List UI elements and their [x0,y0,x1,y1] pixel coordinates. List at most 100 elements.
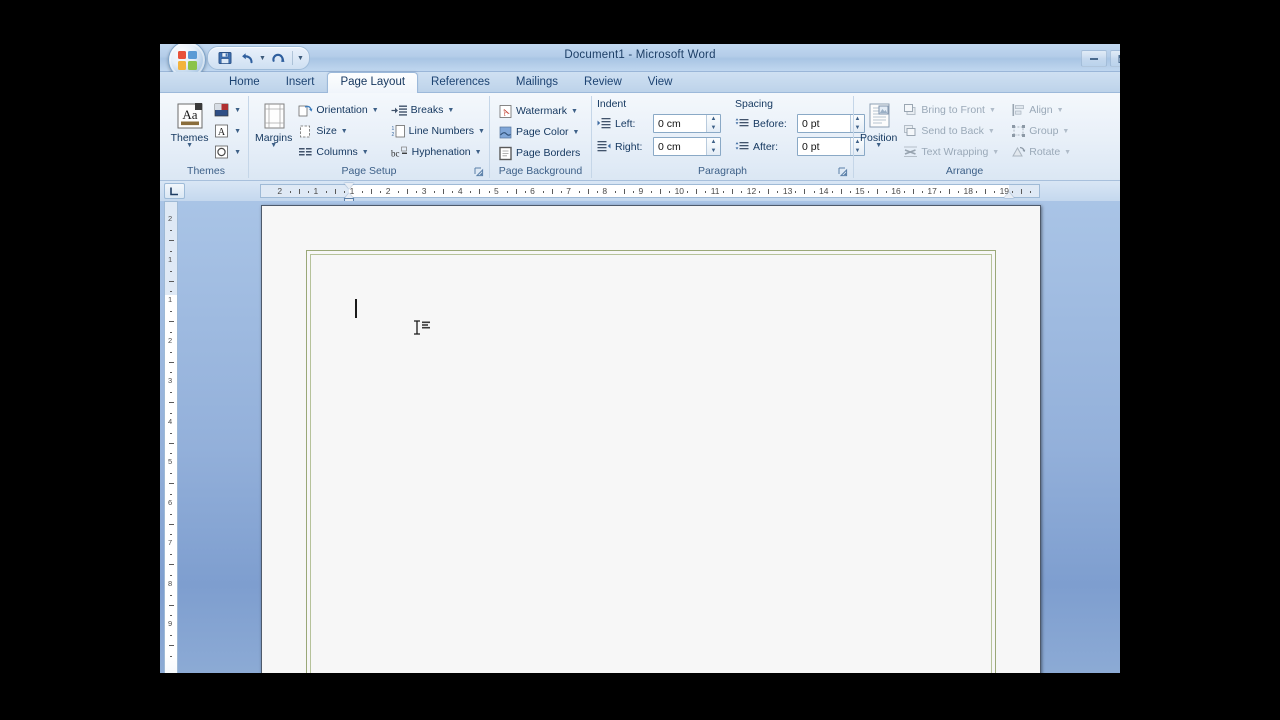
ruler-minor-tick [768,189,770,194]
indent-left-spinner[interactable]: 0 cm ▲ ▼ [653,114,721,133]
right-indent-marker[interactable] [1003,192,1014,198]
indent-right-down-arrow[interactable]: ▼ [707,147,720,156]
tab-view[interactable]: View [635,72,686,93]
save-button[interactable] [215,49,234,68]
page-setup-dialog-launcher[interactable] [473,166,484,177]
tab-insert[interactable]: Insert [273,72,328,93]
indent-right-arrows[interactable]: ▲ ▼ [706,138,720,155]
ruler-minor-tick [669,190,671,193]
ruler-tick-label: 2 [385,186,391,196]
breaks-button[interactable]: Breaks ▼ [388,100,488,120]
document-page[interactable] [261,205,1041,673]
group-dropdown-arrow[interactable]: ▼ [1062,128,1069,135]
margins-dropdown-arrow[interactable]: ▼ [270,142,277,149]
position-dropdown-arrow[interactable]: ▼ [875,142,882,149]
indent-left-value[interactable]: 0 cm [654,115,706,132]
send-to-back-dropdown-arrow[interactable]: ▼ [988,128,995,135]
themes-dropdown-arrow[interactable]: ▼ [186,142,193,149]
ruler-minor-tick [170,594,173,596]
watermark-dropdown-arrow[interactable]: ▼ [571,108,578,115]
text-wrapping-button[interactable]: Text Wrapping ▼ [900,142,1002,162]
indent-right-spinner[interactable]: 0 cm ▲ ▼ [653,137,721,156]
svg-text:bc: bc [391,148,400,158]
spacing-before-value[interactable]: 0 pt [798,115,850,132]
watermark-button[interactable]: A Watermark ▼ [495,101,583,121]
screenshot-stage: Document1 - Microsoft Word ▼ ▼ Home Inse… [0,0,1280,720]
ruler-minor-tick [170,655,173,657]
customize-qat-button[interactable]: ▼ [297,55,304,62]
orientation-button[interactable]: Orientation ▼ [295,100,381,120]
undo-button[interactable] [237,49,256,68]
bring-to-front-button[interactable]: Bring to Front ▼ [900,100,1002,120]
indent-left-arrows[interactable]: ▲ ▼ [706,115,720,132]
line-numbers-button[interactable]: 1 2 Line Numbers ▼ [388,121,488,141]
ruler-minor-tick [921,190,923,193]
theme-fonts-dropdown-arrow[interactable]: ▼ [234,128,241,135]
theme-fonts-button[interactable]: A ▼ [212,121,243,141]
minimize-icon [1090,57,1098,60]
first-line-indent-marker[interactable] [344,183,355,189]
indent-left-up-arrow[interactable]: ▲ [707,115,720,124]
size-dropdown-arrow[interactable]: ▼ [341,128,348,135]
send-to-back-button[interactable]: Send to Back ▼ [900,121,1002,141]
hyphenation-dropdown-arrow[interactable]: ▼ [475,149,482,156]
ruler-minor-tick [170,493,173,495]
theme-effects-dropdown-arrow[interactable]: ▼ [234,149,241,156]
ruler-tick-label: 14 [819,186,829,196]
tab-page-layout[interactable]: Page Layout [327,72,419,93]
tab-stop-selector[interactable] [164,183,185,199]
columns-button[interactable]: Columns ▼ [295,142,381,162]
ruler-left-margin-zone [261,185,350,197]
indent-right-up-arrow[interactable]: ▲ [707,138,720,147]
ruler-tick-label: 6 [168,497,173,507]
indent-right-value[interactable]: 0 cm [654,138,706,155]
align-dropdown-arrow[interactable]: ▼ [1057,107,1064,114]
hyphenation-button[interactable]: bc Hyphenation ▼ [388,142,488,162]
ruler-minor-tick [632,190,634,193]
align-button[interactable]: Align ▼ [1008,100,1074,120]
bring-to-front-dropdown-arrow[interactable]: ▼ [989,107,996,114]
group-button[interactable]: Group ▼ [1008,121,1074,141]
ruler-tick-label: 13 [782,186,793,196]
undo-dropdown-arrow[interactable]: ▼ [259,55,266,62]
tab-review[interactable]: Review [571,72,635,93]
spacing-after-value[interactable]: 0 pt [798,138,850,155]
ribbon-group-paragraph: Indent Left: 0 cm ▲ ▼ Right: 0 cm ▲ ▼ Sp… [591,96,865,178]
breaks-dropdown-arrow[interactable]: ▼ [447,107,454,114]
indent-left-down-arrow[interactable]: ▼ [707,124,720,133]
page-color-button[interactable]: Page Color ▼ [495,122,583,142]
minimize-button[interactable] [1081,50,1107,67]
ribbon-group-page-setup-label: Page Setup [254,164,484,178]
theme-colors-dropdown-arrow[interactable]: ▼ [234,107,241,114]
restore-button[interactable] [1110,50,1120,67]
paragraph-dialog-launcher[interactable] [837,166,848,177]
size-icon [298,124,313,139]
page-color-dropdown-arrow[interactable]: ▼ [573,129,580,136]
orientation-dropdown-arrow[interactable]: ▼ [372,107,379,114]
ribbon-group-arrange: Position ▼ Bring to Front ▼ Send to Back… [853,96,1075,178]
horizontal-ruler[interactable]: 2 1 1 2 3 4 5 6 7 8 9 10 11 12 13 14 15 16 17 18 19 [260,183,1040,204]
line-numbers-dropdown-arrow[interactable]: ▼ [478,128,485,135]
vertical-ruler[interactable]: 2 1 1 2 3 4 5 6 7 8 9 [164,201,178,673]
ruler-minor-tick [169,564,174,566]
theme-effects-button[interactable]: ▼ [212,142,243,162]
tab-home[interactable]: Home [216,72,273,93]
tab-mailings[interactable]: Mailings [503,72,571,93]
rotate-dropdown-arrow[interactable]: ▼ [1064,149,1071,156]
page-borders-button[interactable]: Page Borders [495,143,583,163]
ruler-tick-label: 17 [927,186,937,196]
ruler-minor-tick [170,412,173,414]
text-wrapping-dropdown-arrow[interactable]: ▼ [992,149,999,156]
tab-references[interactable]: References [418,72,503,93]
size-button[interactable]: Size ▼ [295,121,381,141]
themes-button[interactable]: Aa Themes ▼ [169,100,210,151]
ruler-tick-label: 15 [855,186,865,196]
columns-dropdown-arrow[interactable]: ▼ [362,149,369,156]
rotate-button[interactable]: Rotate ▼ [1008,142,1074,162]
ruler-tick-label: 1 [168,295,173,305]
ruler-tick-label: 5 [168,457,173,467]
redo-button[interactable] [269,49,288,68]
position-button[interactable]: Position ▼ [859,100,898,151]
theme-colors-button[interactable]: ▼ [212,100,243,120]
margins-button[interactable]: Margins ▼ [254,100,293,151]
